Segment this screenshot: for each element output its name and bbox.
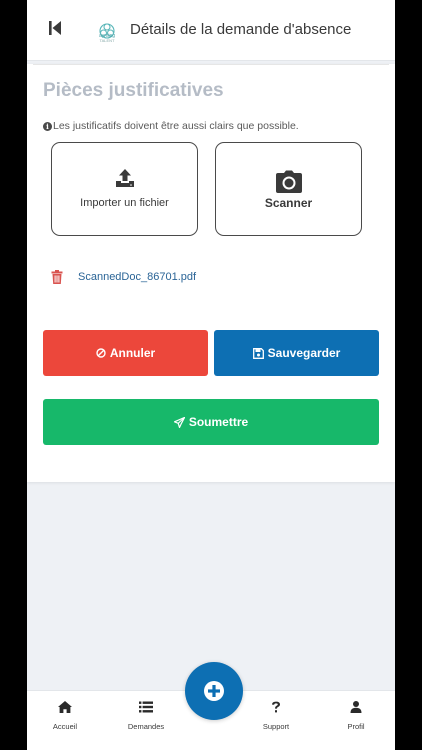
list-icon bbox=[139, 701, 153, 713]
upload-icon bbox=[115, 169, 134, 187]
info-text: Les justificatifs doivent être aussi cla… bbox=[53, 120, 299, 132]
question-icon bbox=[272, 701, 280, 713]
user-icon bbox=[350, 701, 362, 713]
scan-label: Scanner bbox=[264, 196, 313, 210]
save-label: Sauvegarder bbox=[267, 346, 341, 360]
import-file-button[interactable]: Importer un fichier bbox=[51, 142, 198, 236]
section-title: Pièces justificatives bbox=[43, 80, 224, 101]
add-request-button[interactable] bbox=[185, 662, 243, 720]
save-button[interactable]: Sauvegarder bbox=[214, 330, 379, 376]
trash-icon[interactable] bbox=[51, 270, 63, 284]
camera-icon bbox=[275, 170, 302, 193]
submit-label: Soumettre bbox=[188, 415, 249, 429]
app-screen: ayming TALENT Détails de la demande d'ab… bbox=[27, 0, 395, 750]
attached-file: ScannedDoc_86701.pdf bbox=[51, 269, 196, 285]
ban-icon bbox=[96, 348, 106, 358]
import-file-label: Importer un fichier bbox=[80, 197, 169, 209]
plus-icon bbox=[204, 681, 224, 701]
page-title: Détails de la demande d'absence bbox=[130, 21, 352, 38]
cancel-label: Annuler bbox=[109, 346, 156, 360]
back-icon[interactable] bbox=[45, 18, 65, 38]
nav-label-demandes: Demandes bbox=[127, 722, 165, 731]
home-icon bbox=[58, 701, 72, 713]
scan-button[interactable]: Scanner bbox=[215, 142, 362, 236]
submit-button[interactable]: Soumettre bbox=[43, 399, 379, 445]
nav-label-profil: Profil bbox=[347, 722, 365, 731]
nav-item-accueil[interactable]: Accueil bbox=[35, 701, 95, 734]
nav-label-accueil: Accueil bbox=[52, 722, 78, 731]
attachments-card: Pièces justificatives i Les justificatif… bbox=[27, 64, 395, 482]
logo-subtext: TALENT bbox=[99, 38, 115, 43]
floppy-icon bbox=[252, 347, 264, 359]
nav-item-demandes[interactable]: Demandes bbox=[116, 701, 176, 734]
header: ayming TALENT Détails de la demande d'ab… bbox=[27, 0, 395, 61]
divider bbox=[33, 64, 389, 65]
nav-label-support: Support bbox=[262, 722, 290, 731]
nav-item-profil[interactable]: Profil bbox=[326, 701, 386, 734]
info-note: i Les justificatifs doivent être aussi c… bbox=[43, 120, 299, 132]
file-link[interactable]: ScannedDoc_86701.pdf bbox=[78, 271, 196, 283]
info-icon: i bbox=[43, 121, 52, 131]
nav-item-support[interactable]: Support bbox=[246, 701, 306, 734]
paper-plane-icon bbox=[173, 416, 185, 428]
cancel-button[interactable]: Annuler bbox=[43, 330, 208, 376]
